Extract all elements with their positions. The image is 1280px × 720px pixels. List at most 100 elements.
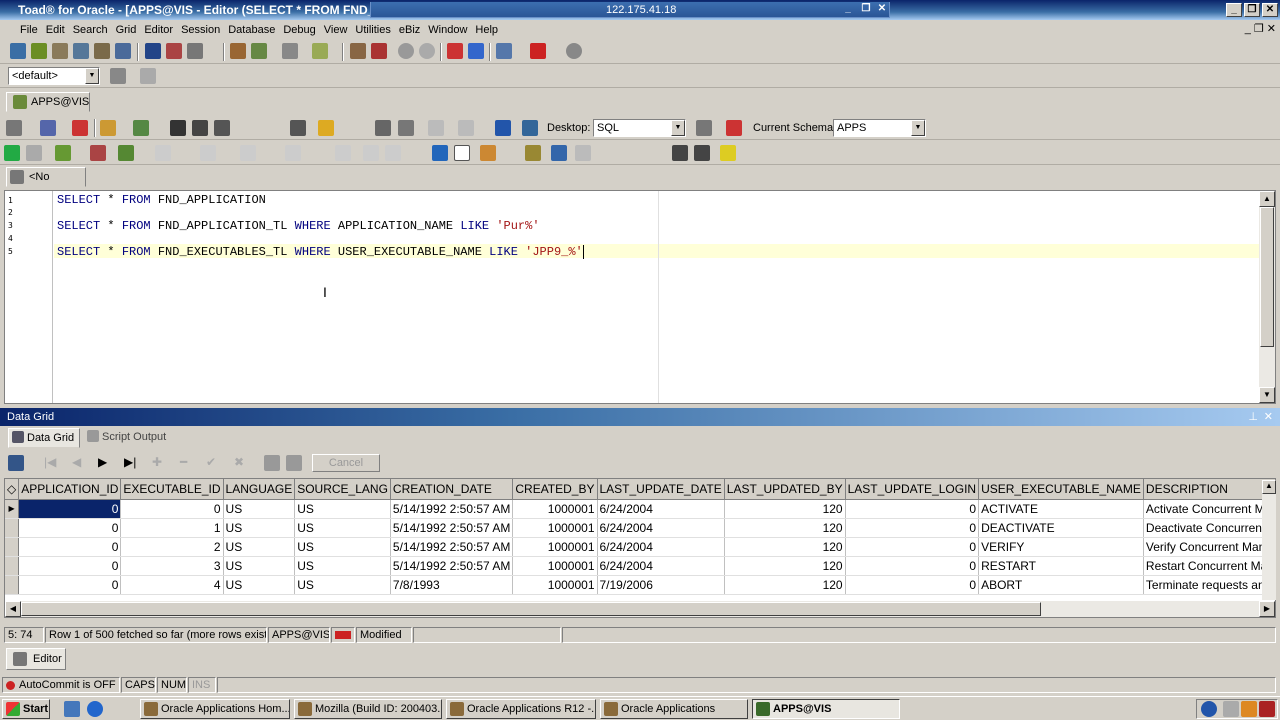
table-row[interactable]: 0 3 US US 5/14/1992 2:50:57 AM 1000001 6/24/20… [5,556,1275,576]
table-cell[interactable]: Restart Concurrent Mana [1143,556,1275,576]
paste-icon[interactable] [385,145,401,161]
cancel-edit-icon[interactable]: ✖ [234,455,244,469]
table-cell[interactable]: 2 [120,537,224,557]
settings-icon[interactable] [419,43,435,59]
table-cell[interactable]: 6/24/2004 [597,499,725,519]
help-icon[interactable] [566,43,582,59]
column-header[interactable]: CREATED_BY [512,479,598,500]
disconnect-icon[interactable] [530,43,546,59]
table-cell[interactable]: Activate Concurrent Man [1143,499,1275,519]
session-browser-icon[interactable] [73,43,89,59]
first-record-icon[interactable]: |◀ [44,455,56,469]
tray-icon[interactable] [1223,701,1239,717]
bookmark-icon[interactable] [720,145,736,161]
table-cell[interactable]: 1000001 [512,537,598,557]
help-tray-icon[interactable] [1201,701,1217,717]
print-icon[interactable] [290,120,306,136]
table-cell[interactable]: 6/24/2004 [597,518,725,538]
taskbar-item-oracle-r12[interactable]: Oracle Applications R12 -... [446,699,596,719]
column-header[interactable]: EXECUTABLE_ID [120,479,224,500]
prior-record-icon[interactable]: ◀ [72,455,81,469]
column-header[interactable]: LAST_UPDATED_BY [724,479,846,500]
taskbar-item-mozilla[interactable]: Mozilla (Build ID: 200403... [294,699,442,719]
menu-grid[interactable]: Grid [112,21,141,39]
table-cell[interactable]: 120 [724,537,846,557]
table-row[interactable]: 0 4 US US 7/8/1993 1000001 7/19/2006 120 0 ABORT T… [5,575,1275,595]
table-cell[interactable]: US [294,556,391,576]
select-all-icon[interactable] [432,145,448,161]
tools-icon[interactable] [166,43,182,59]
menu-file[interactable]: File [0,21,42,39]
hscroll-thumb[interactable] [21,602,1041,616]
menu-ebiz[interactable]: eBiz [395,21,424,39]
ie-icon[interactable] [87,701,103,717]
close-remote-icon[interactable]: ✕ [875,3,889,15]
menu-database[interactable]: Database [224,21,279,39]
column-header[interactable]: USER_EXECUTABLE_NAME [978,479,1144,500]
data-grid[interactable]: ◇ APPLICATION_ID EXECUTABLE_ID LANGUAGE … [4,478,1276,618]
highlight-icon[interactable] [318,120,334,136]
table-cell[interactable]: US [223,499,296,519]
menu-session[interactable]: Session [177,21,224,39]
table-cell[interactable]: 0 [120,499,224,519]
editor-vertical-scrollbar[interactable]: ▲ ▼ [1259,191,1275,403]
execute-icon[interactable] [4,145,20,161]
start-button[interactable]: Start [2,699,50,719]
menu-view[interactable]: View [320,21,352,39]
copy-icon[interactable] [282,43,298,59]
report-icon[interactable] [187,43,203,59]
new-doc-icon[interactable] [454,145,470,161]
table-cell[interactable]: 7/19/2006 [597,575,725,595]
undo-icon[interactable] [551,145,567,161]
run-step-icon[interactable] [118,145,134,161]
table-cell[interactable]: US [294,518,391,538]
table-cell[interactable]: DEACTIVATE [978,518,1144,538]
redo-icon[interactable] [575,145,591,161]
taskbar-item-toad[interactable]: APPS@VIS [752,699,900,719]
trash-icon[interactable] [335,145,351,161]
strip-sql-icon[interactable] [398,120,414,136]
table-cell[interactable]: US [294,499,391,519]
table-cell[interactable]: 0 [18,537,122,557]
table-cell[interactable]: 5/14/1992 2:50:57 AM [390,537,514,557]
table-cell[interactable]: 1000001 [512,499,598,519]
editor-icon[interactable] [31,43,47,59]
stop-icon[interactable] [26,145,42,161]
table-cell[interactable]: US [223,556,296,576]
autocommit-indicator[interactable]: AutoCommit is OFF [2,677,120,693]
grid-vertical-scrollbar[interactable]: ▲ [1262,480,1276,600]
row-indicator[interactable]: ▶ [5,499,20,519]
mdi-controls[interactable]: _ ❐ ✕ [1245,20,1276,38]
debug-script-icon[interactable] [90,145,106,161]
column-header[interactable]: DESCRIPTION [1143,479,1275,500]
scroll-up-icon[interactable]: ▲ [1259,191,1275,207]
save-all-icon[interactable] [214,120,230,136]
brush-icon[interactable] [480,145,496,161]
minimize-remote-icon[interactable]: _ [841,3,855,15]
column-header[interactable]: CREATION_DATE [390,479,514,500]
query-icon[interactable] [251,43,267,59]
connection-tab[interactable]: APPS@VIS [6,92,90,112]
table-cell[interactable]: ABORT [978,575,1144,595]
table-row[interactable]: ▶ 0 0 US US 5/14/1992 2:50:57 AM 1000001 6/24/2… [5,499,1275,519]
table-cell[interactable]: 3 [120,556,224,576]
indent-icon[interactable] [672,145,688,161]
forward-icon[interactable] [458,120,474,136]
table-cell[interactable]: 0 [845,518,980,538]
commit-icon[interactable] [447,43,463,59]
find-icon[interactable] [525,145,541,161]
menu-help[interactable]: Help [471,21,502,39]
scroll-down-icon[interactable]: ▼ [1259,387,1275,403]
sql-monitor-icon[interactable] [115,43,131,59]
close-button[interactable]: ✕ [1262,3,1278,17]
editor-doc-tab[interactable]: <No name> [6,167,86,201]
sql-icon[interactable] [40,120,56,136]
schema-combo[interactable]: APPS ▼ [833,119,926,137]
goto-icon[interactable] [495,120,511,136]
post-edit-icon[interactable]: ✔ [206,455,216,469]
table-cell[interactable]: 0 [845,575,980,595]
connect-icon[interactable] [496,43,512,59]
menu-utilities[interactable]: Utilities [351,21,394,39]
add-watch-icon[interactable] [285,145,301,161]
delete-icon[interactable] [72,120,88,136]
